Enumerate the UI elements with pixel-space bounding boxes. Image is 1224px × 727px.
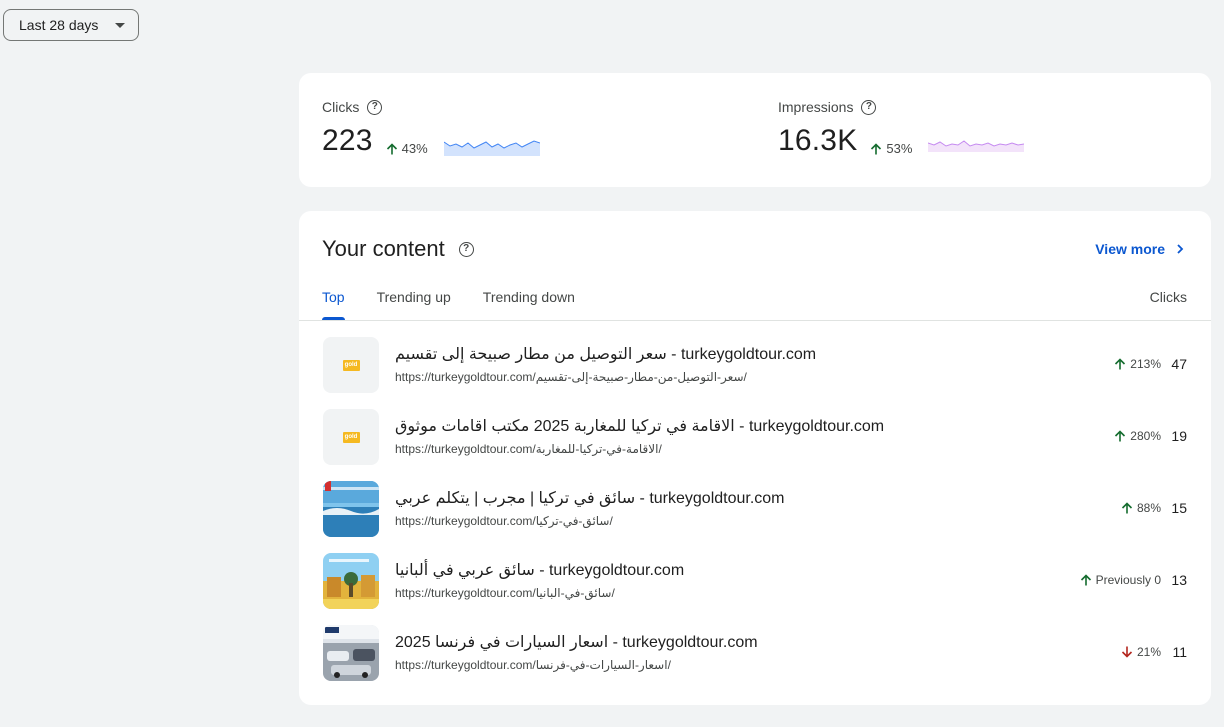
help-icon[interactable]: ? (861, 99, 877, 115)
image-icon (323, 553, 379, 609)
view-more-label: View more (1095, 241, 1165, 257)
arrow-up-icon (1080, 574, 1091, 586)
item-change: 21% (1120, 645, 1161, 659)
content-tabs: Top Trending up Trending down (322, 289, 607, 320)
arrow-up-icon (871, 142, 882, 154)
item-clicks: 13 (1171, 572, 1187, 588)
impressions-change: 53% (869, 141, 912, 156)
your-content-card: Your content ? View more Top Trending up… (299, 211, 1211, 705)
item-change: 88% (1120, 501, 1161, 515)
clicks-metric: Clicks ? 223 43% (322, 98, 540, 158)
item-change: 280% (1113, 429, 1161, 443)
item-change-value: 88% (1136, 501, 1161, 515)
image-icon (323, 481, 379, 537)
thumbnail: gold (323, 409, 379, 465)
tab-trending-up[interactable]: Trending up (377, 289, 451, 320)
thumbnail: gold (323, 337, 379, 393)
arrow-up-icon (1121, 502, 1133, 514)
tab-top[interactable]: Top (322, 289, 345, 320)
sea-photo-thumbnail (323, 481, 379, 537)
clicks-value: 223 (322, 124, 373, 157)
item-change-value: 280% (1130, 429, 1161, 443)
your-content-title: Your content (322, 236, 445, 261)
city-photo-thumbnail (323, 553, 379, 609)
view-more-link[interactable]: View more (1095, 241, 1185, 257)
clicks-change-value: 43% (401, 141, 428, 156)
divider (299, 320, 1211, 321)
tab-trending-down[interactable]: Trending down (483, 289, 575, 320)
item-url: https://turkeygoldtour.com/سائق-في-البان… (395, 586, 615, 600)
item-change-value: Previously 0 (1095, 573, 1161, 587)
item-title: الاقامة في تركيا للمغاربة 2025 مكتب اقام… (395, 418, 885, 435)
image-icon (323, 625, 379, 681)
item-title: سائق عربي في ألبانيا - turkeygoldtour.co… (395, 562, 685, 579)
item-url: https://turkeygoldtour.com/سائق-في-تركيا… (395, 514, 613, 528)
arrow-up-icon (1115, 430, 1126, 442)
clicks-column-header: Clicks (1149, 289, 1187, 305)
dropdown-caret-icon (115, 23, 125, 28)
list-item[interactable]: gold الاقامة في تركيا للمغاربة 2025 مكتب… (299, 409, 1211, 481)
item-url: https://turkeygoldtour.com/الاقامة-في-تر… (395, 442, 662, 456)
list-item[interactable]: gold سعر التوصيل من مطار صبيحة إلى تقسيم… (299, 337, 1211, 409)
item-change: 213% (1113, 357, 1161, 371)
help-icon[interactable]: ? (458, 241, 474, 257)
arrow-up-icon (1115, 358, 1126, 370)
help-icon[interactable]: ? (367, 99, 383, 115)
content-list: gold سعر التوصيل من مطار صبيحة إلى تقسيم… (299, 337, 1211, 697)
chevron-right-icon (1177, 244, 1184, 254)
item-change: Previously 0 (1079, 573, 1161, 587)
item-clicks: 11 (1172, 644, 1187, 660)
arrow-down-icon (1121, 646, 1133, 658)
impressions-sparkline (928, 140, 1025, 152)
impressions-change-value: 53% (886, 141, 913, 156)
item-title: اسعار السيارات في فرنسا 2025 - turkeygol… (395, 634, 758, 651)
impressions-metric: Impressions ? 16.3K 53% (778, 98, 1025, 158)
item-url: https://turkeygoldtour.com/اسعار-السيارا… (395, 658, 671, 672)
gold-logo-icon: gold (342, 359, 360, 371)
item-clicks: 15 (1171, 500, 1187, 516)
item-clicks: 19 (1171, 428, 1187, 444)
cars-photo-thumbnail (323, 625, 379, 681)
performance-summary-card: Clicks ? 223 43% Impressions ? 16.3K 53% (299, 73, 1211, 187)
impressions-value: 16.3K (778, 124, 858, 157)
item-title: سعر التوصيل من مطار صبيحة إلى تقسيم - tu… (395, 346, 817, 363)
item-change-value: 213% (1130, 357, 1161, 371)
list-item[interactable]: اسعار السيارات في فرنسا 2025 - turkeygol… (299, 625, 1211, 697)
list-item[interactable]: سائق عربي في ألبانيا - turkeygoldtour.co… (299, 553, 1211, 625)
clicks-sparkline (443, 140, 540, 156)
item-title: سائق في تركيا | مجرب | يتكلم عربي - turk… (395, 490, 785, 507)
item-url: https://turkeygoldtour.com/سعر-التوصيل-م… (395, 370, 747, 384)
date-range-label: Last 28 days (19, 17, 99, 33)
clicks-label: Clicks (322, 99, 360, 115)
item-change-value: 21% (1136, 645, 1161, 659)
impressions-label: Impressions (778, 99, 854, 115)
list-item[interactable]: سائق في تركيا | مجرب | يتكلم عربي - turk… (299, 481, 1211, 553)
gold-logo-icon: gold (342, 431, 360, 443)
clicks-change: 43% (385, 141, 428, 156)
item-clicks: 47 (1171, 356, 1187, 372)
arrow-up-icon (386, 142, 397, 154)
date-range-dropdown[interactable]: Last 28 days (3, 9, 139, 41)
